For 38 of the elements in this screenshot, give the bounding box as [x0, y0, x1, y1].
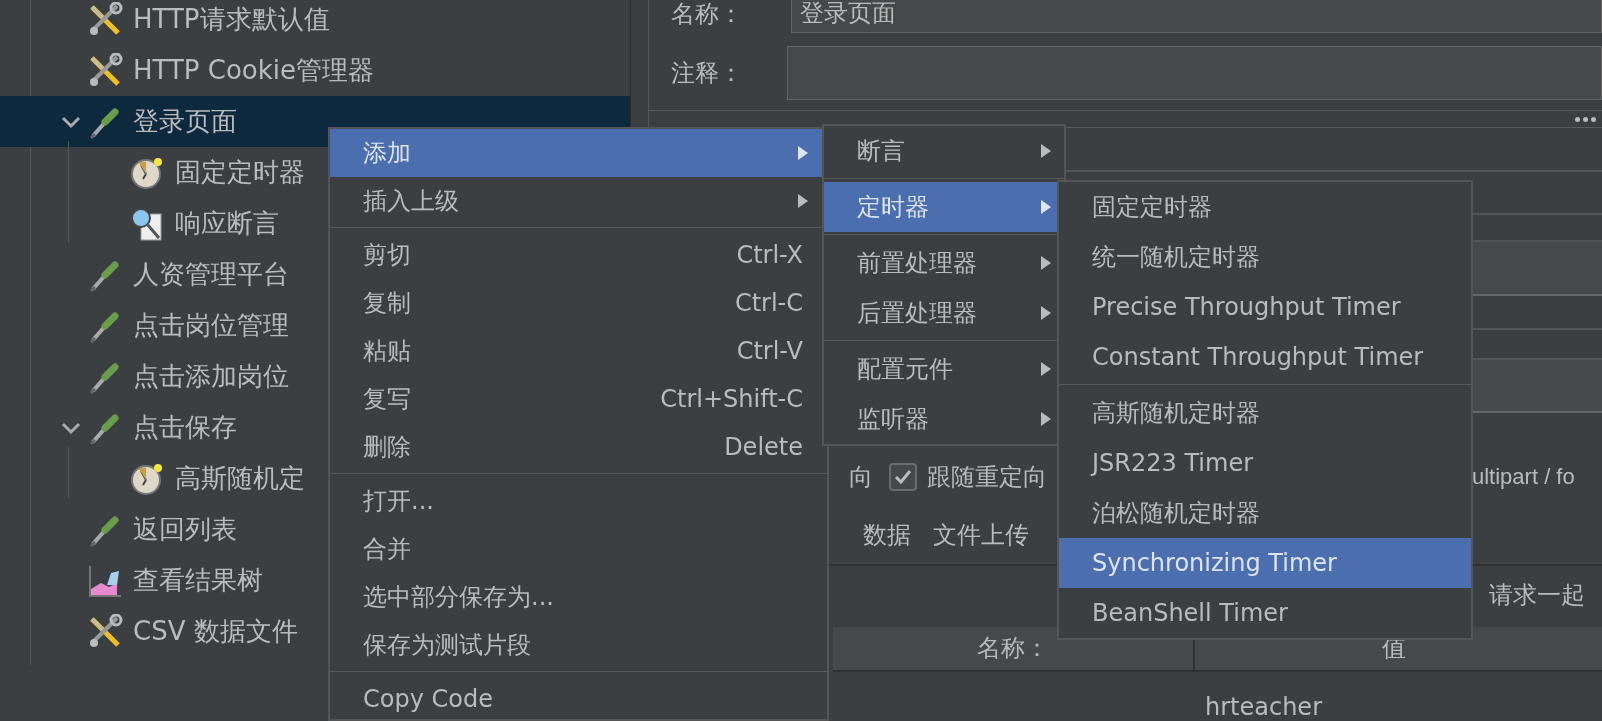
checkbox[interactable] — [889, 463, 917, 492]
option-label: 请求一起 — [1489, 580, 1585, 612]
submenu-arrow-icon — [1040, 361, 1052, 377]
submenu-arrow-icon — [797, 145, 809, 161]
menu-item[interactable]: Copy Code — [330, 675, 827, 719]
submenu-arrow-icon — [1040, 143, 1052, 159]
menu-item[interactable]: 合并 — [330, 525, 827, 573]
chevron-icon[interactable] — [60, 420, 82, 435]
magnifier-icon — [129, 205, 165, 242]
chevron-icon[interactable] — [60, 114, 82, 129]
tree-item[interactable]: HTTP Cookie管理器 — [0, 45, 630, 96]
tools-icon — [87, 613, 123, 650]
comment-field[interactable] — [787, 45, 1602, 100]
submenu-arrow-icon — [1040, 411, 1052, 427]
menu-item[interactable]: 泊松随机定时器 — [1059, 488, 1471, 538]
table-cell-text: hrteacher — [1204, 693, 1322, 721]
drag-handle-icon[interactable] — [1575, 116, 1596, 122]
tab[interactable]: 数据 — [863, 519, 911, 552]
tools-icon — [87, 52, 123, 89]
menu-item[interactable]: Synchronizing Timer — [1059, 538, 1471, 588]
menu-item[interactable]: 断言 — [824, 126, 1064, 176]
tab[interactable]: 文件上传 — [933, 519, 1029, 552]
menu-item[interactable]: 选中部分保存为... — [330, 573, 827, 621]
tree-item[interactable]: HTTP请求默认值 — [0, 0, 630, 45]
option-label: ultipart / fo — [1472, 464, 1575, 491]
submenu-arrow-icon — [1040, 199, 1052, 215]
menu-item[interactable]: 插入上级 — [330, 177, 827, 225]
option-label: 向 — [849, 462, 873, 494]
name-field[interactable]: 登录页面 — [791, 0, 1602, 33]
field-label: 注释： — [670, 57, 744, 89]
submenu-arrow-icon — [1040, 255, 1052, 271]
field-label: 名称： — [670, 0, 744, 30]
submenu-arrow-icon — [797, 193, 809, 209]
menu-item[interactable]: 打开... — [330, 477, 827, 525]
submenu-arrow-icon — [1040, 305, 1052, 321]
tools-icon — [87, 1, 123, 38]
menu-item[interactable]: 保存为测试片段 — [330, 621, 827, 669]
checkbox-label: 跟随重定向 — [927, 462, 1047, 494]
